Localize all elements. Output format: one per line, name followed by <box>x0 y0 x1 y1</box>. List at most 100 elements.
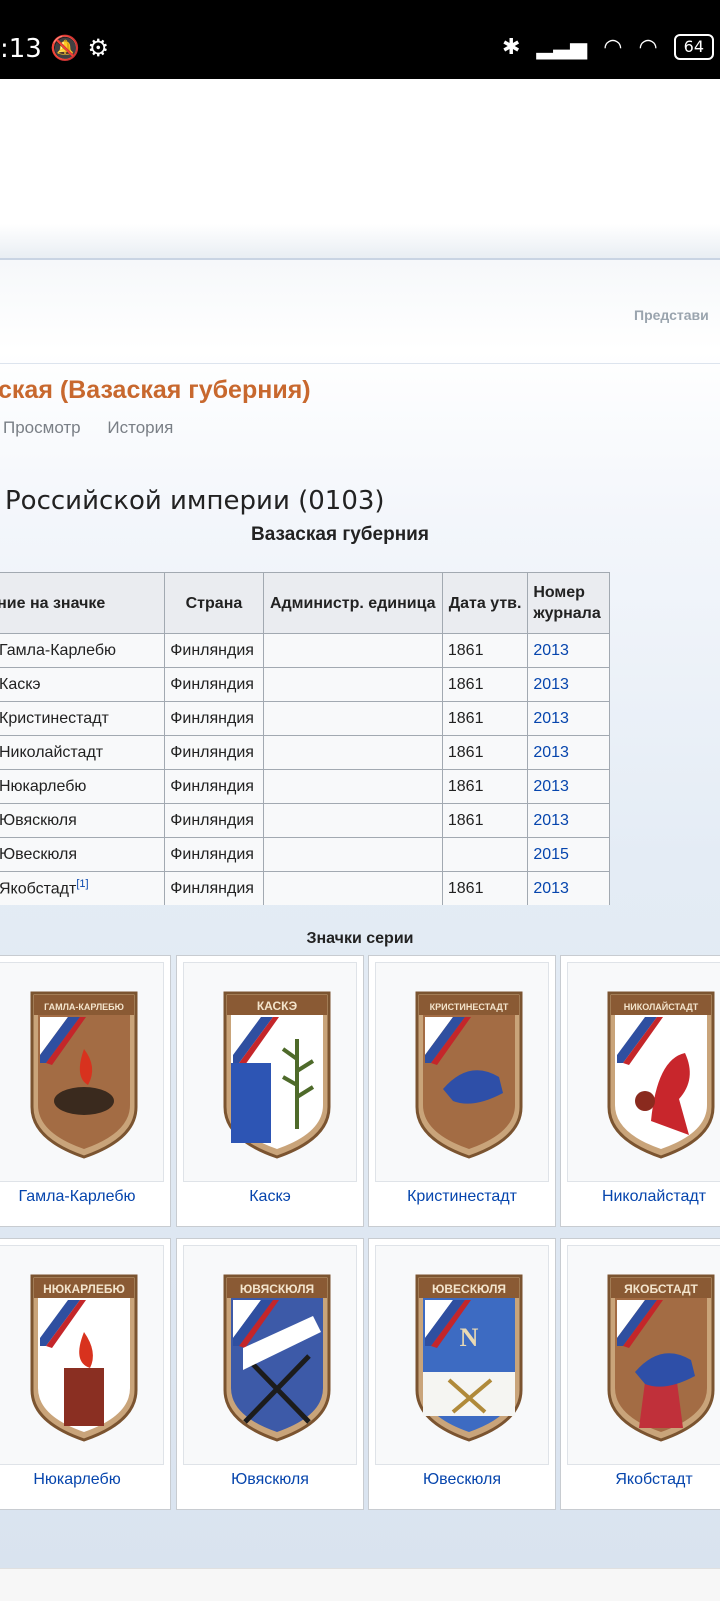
gallery-item[interactable]: НЮКАРЛЕБЮ Нюкарлебю <box>0 1238 171 1510</box>
badge-banner-text: ГАМЛА-КАРЛЕБЮ <box>44 1002 124 1012</box>
col-header-country: Страна <box>164 572 264 634</box>
wifi-icon: ◠ <box>638 34 658 60</box>
cell-journal-link[interactable]: 2013 <box>527 871 610 905</box>
wifi-icon: ◠ <box>603 34 623 60</box>
journal-link[interactable]: 2013 <box>533 744 569 761</box>
cell-admin <box>262 871 443 905</box>
gallery-item-label[interactable]: Гамла-Карлебю <box>0 1188 170 1206</box>
coat-of-arms-badge-image: ЯКОБСТАДТ <box>607 1274 715 1442</box>
journal-link[interactable]: 2013 <box>533 812 569 829</box>
cell-journal-link[interactable]: 2013 <box>527 769 610 804</box>
coat-of-arms-badge-image: ЮВЯСКЮЛЯ <box>223 1274 331 1442</box>
gallery-item[interactable]: КРИСТИНЕСТАДТ Кристинестадт <box>368 955 556 1227</box>
gallery-item-label[interactable]: Ювяскюля <box>177 1471 363 1489</box>
badge-image-frame[interactable]: КРИСТИНЕСТАДТ <box>375 962 549 1182</box>
badge-image-frame[interactable]: ЮВЕСКЮЛЯ N <box>375 1245 549 1465</box>
gallery-item[interactable]: ЮВЯСКЮЛЯ Ювяскюля <box>176 1238 364 1510</box>
cell-admin <box>262 837 443 872</box>
badge-banner-text: НЮКАРЛЕБЮ <box>43 1282 125 1296</box>
gallery-item[interactable]: НИКОЛАЙСТАДТ Николайстадт <box>560 955 720 1227</box>
badge-image-frame[interactable]: ЯКОБСТАДТ <box>567 1245 720 1465</box>
cell-journal-link[interactable]: 2013 <box>527 667 610 702</box>
battery-indicator: 64 <box>673 34 714 60</box>
cell-admin <box>262 769 443 804</box>
gallery-item-label[interactable]: Каскэ <box>177 1188 363 1206</box>
badge-banner-text: КАСКЭ <box>257 999 298 1013</box>
cell-country-text: Финляндия <box>170 811 254 829</box>
badge-image-frame[interactable]: ГАМЛА-КАРЛЕБЮ <box>0 962 164 1182</box>
gallery-item[interactable]: ЮВЕСКЮЛЯ N Ювескюля <box>368 1238 556 1510</box>
cell-name: Ювяскюля <box>0 803 166 838</box>
tab-view[interactable]: Просмотр <box>3 418 81 437</box>
coat-of-arms-badge-image: НЮКАРЛЕБЮ <box>30 1274 138 1442</box>
cell-country: Финляндия <box>164 769 264 804</box>
cell-name: Кристинестадт <box>0 701 166 736</box>
footnote-ref-link[interactable]: [1] <box>76 878 88 890</box>
cell-country-text: Финляндия <box>170 777 254 795</box>
badge-image-frame[interactable]: НЮКАРЛЕБЮ <box>0 1245 164 1465</box>
badge-banner-text: ЮВЕСКЮЛЯ <box>432 1282 506 1296</box>
cell-name-text: Ювяскюля <box>0 811 77 829</box>
cell-country-text: Финляндия <box>170 879 254 897</box>
represent-link[interactable]: Представи <box>634 307 709 323</box>
table-row: Каскэ Финляндия 1861 2013 <box>0 667 610 702</box>
gallery-item-label[interactable]: Якобстадт <box>561 1471 720 1489</box>
gallery-item-label[interactable]: Нюкарлебю <box>0 1471 170 1489</box>
badge-image-frame[interactable]: НИКОЛАЙСТАДТ <box>567 962 720 1182</box>
cell-journal-link[interactable]: 2013 <box>527 735 610 770</box>
gallery-item[interactable]: ЯКОБСТАДТ Якобстадт <box>560 1238 720 1510</box>
gallery-item-label[interactable]: Кристинестадт <box>369 1188 555 1206</box>
cell-name-text: Кристинестадт <box>0 709 109 727</box>
bluetooth-icon: ✱ <box>502 34 521 60</box>
journal-link[interactable]: 2013 <box>533 710 569 727</box>
page-divider <box>0 224 720 258</box>
svg-text:N: N <box>460 1323 479 1352</box>
journal-link[interactable]: 2013 <box>533 778 569 795</box>
badge-image-frame[interactable]: КАСКЭ <box>183 962 357 1182</box>
cell-journal-link[interactable]: 2013 <box>527 803 610 838</box>
coat-of-arms-badge-image: КРИСТИНЕСТАДТ <box>415 991 523 1159</box>
cell-country-text: Финляндия <box>170 709 254 727</box>
section-heading: Российской империи (0103) <box>5 486 385 516</box>
journal-link[interactable]: 2013 <box>533 642 569 659</box>
cell-admin <box>262 803 443 838</box>
col-header-journal: Номер журнала <box>527 572 610 634</box>
badge-banner-text: КРИСТИНЕСТАДТ <box>430 1002 509 1012</box>
gallery-item[interactable]: ГАМЛА-КАРЛЕБЮ Гамла-Карлебю <box>0 955 171 1227</box>
cell-country: Финляндия <box>164 871 264 905</box>
cell-country-text: Финляндия <box>170 743 254 761</box>
cell-journal-link[interactable]: 2013 <box>527 633 610 668</box>
cell-journal-link[interactable]: 2013 <box>527 701 610 736</box>
table-row: Нюкарлебю Финляндия 1861 2013 <box>0 769 610 804</box>
badge-image-frame[interactable]: ЮВЯСКЮЛЯ <box>183 1245 357 1465</box>
cell-name-text: Ювескюля <box>0 845 78 863</box>
cell-journal-link[interactable]: 2015 <box>527 837 610 872</box>
journal-link[interactable]: 2015 <box>533 846 569 863</box>
cell-name: Нюкарлебю <box>0 769 166 804</box>
tab-history[interactable]: История <box>107 418 173 437</box>
status-right-icons: ✱ ▂▃▅ ◠ ◠ 64 <box>502 34 714 60</box>
governorate-table: Название на значке Страна Администр. еди… <box>0 572 610 905</box>
cell-date-text: 1861 <box>447 641 484 659</box>
table-body: Гамла-Карлебю Финляндия 1861 2013 Каскэ Финля… <box>0 633 610 905</box>
table-viewport[interactable]: Название на значке Страна Администр. еди… <box>0 560 720 905</box>
cell-name: Гамла-Карлебю <box>0 633 166 668</box>
col-header-name: Название на значке <box>0 572 166 634</box>
cell-country: Финляндия <box>164 633 264 668</box>
cell-country-text: Финляндия <box>170 641 254 659</box>
status-time: :13 <box>0 34 42 64</box>
table-row: Николайстадт Финляндия 1861 2013 <box>0 735 610 770</box>
cell-date: 1861 <box>441 667 529 702</box>
gallery-item-label[interactable]: Николайстадт <box>561 1188 720 1206</box>
journal-link[interactable]: 2013 <box>533 676 569 693</box>
cell-date: 1861 <box>441 701 529 736</box>
cell-date-text: 1861 <box>447 675 484 693</box>
cell-name-text: Николайстадт <box>0 743 104 761</box>
journal-link[interactable]: 2013 <box>533 880 569 897</box>
col-header-admin: Администр. единица <box>262 572 443 634</box>
gallery-item[interactable]: КАСКЭ Каскэ <box>176 955 364 1227</box>
cell-date-text: 1861 <box>447 743 484 761</box>
gallery-item-label[interactable]: Ювескюля <box>369 1471 555 1489</box>
cell-admin <box>262 735 443 770</box>
cell-name: Ювескюля <box>0 837 166 872</box>
